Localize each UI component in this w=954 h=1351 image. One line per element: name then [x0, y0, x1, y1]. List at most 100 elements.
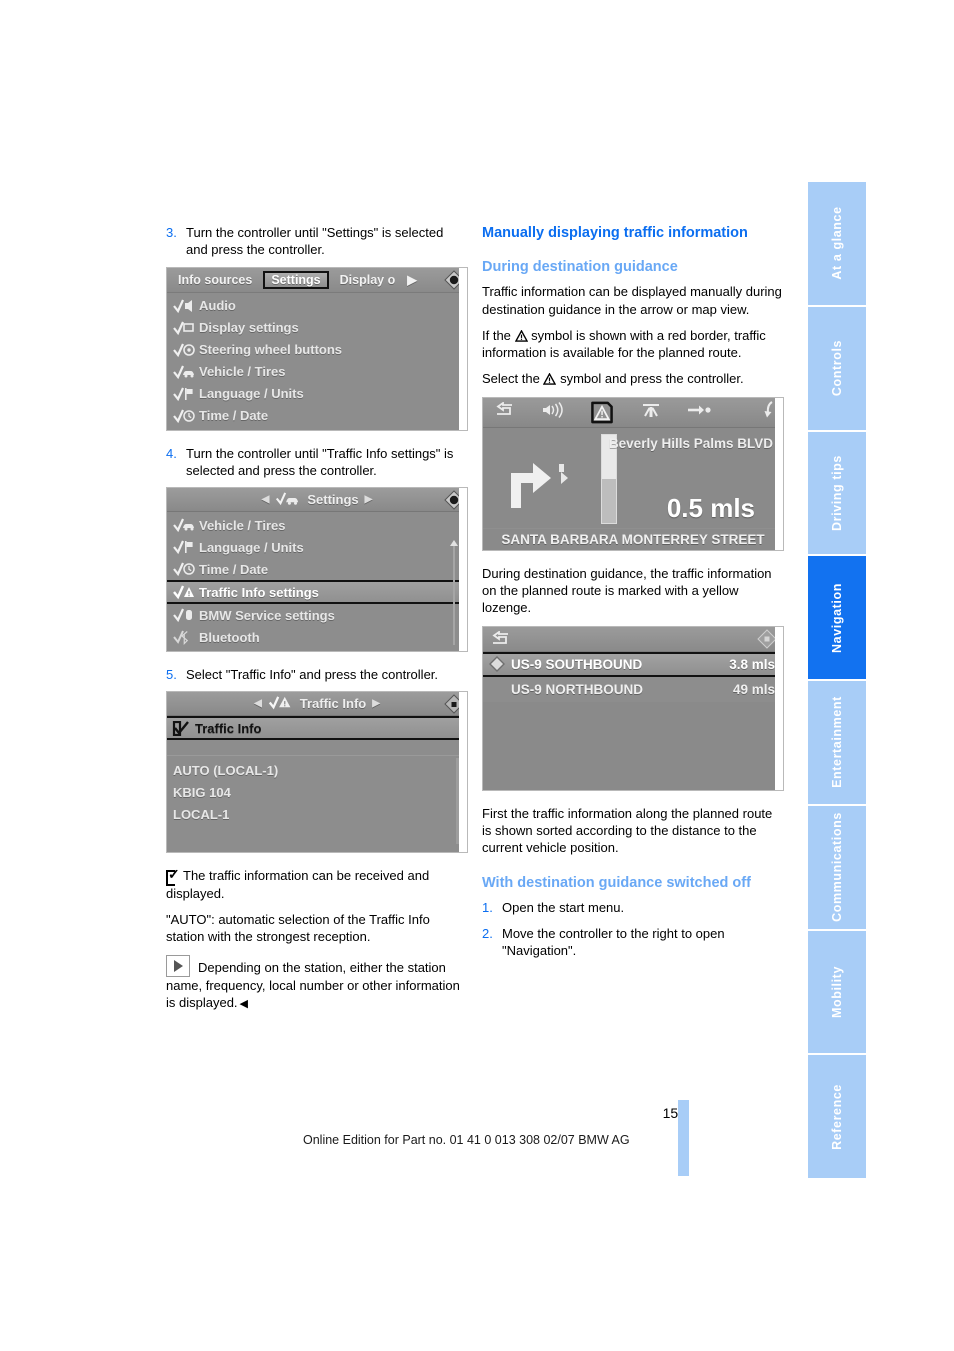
- prev-arrow-icon[interactable]: ◀: [254, 698, 262, 709]
- checkbox-checked-icon: [166, 867, 180, 887]
- paragraph-5: First the traffic information along the …: [482, 805, 773, 856]
- paragraph-3: Select the symbol and press the controll…: [482, 370, 784, 387]
- screenshot-settings-tabs: Info sources Settings Display o ▶ Audio …: [166, 266, 468, 431]
- tab-label: Entertainment: [830, 696, 844, 789]
- traffic-list-row[interactable]: US-9 NORTHBOUND 49 mls: [483, 677, 783, 702]
- traffic-warning-icon[interactable]: [589, 401, 615, 424]
- tab-label: Driving tips: [830, 454, 844, 531]
- paragraph-1: Traffic information can be displayed man…: [482, 284, 782, 317]
- lcd-settings-submenu: Vehicle / Tires Language / Units Time / …: [167, 512, 467, 652]
- step-4: 4. Turn the controller until "Traffic In…: [166, 445, 468, 480]
- lcd-item-label: Language / Units: [199, 386, 304, 402]
- nav-toolbar: [483, 397, 783, 428]
- lcd-item-traffic-info-checkbox[interactable]: Traffic Info: [167, 716, 467, 741]
- step-2: 2. Move the controller to the right to o…: [482, 925, 784, 960]
- tab-reference[interactable]: Reference: [808, 1055, 866, 1178]
- tab-label: Navigation: [830, 582, 844, 653]
- lcd-item-traffic-info-settings[interactable]: Traffic Info settings: [167, 580, 467, 605]
- tab-navigation[interactable]: Navigation: [808, 556, 866, 679]
- tab-driving-tips[interactable]: Driving tips: [808, 431, 866, 555]
- step-text: Move the controller to the right to open…: [502, 925, 725, 959]
- volume-icon[interactable]: [541, 401, 563, 423]
- step-number: 1.: [482, 900, 493, 916]
- note-checkbox-meaning: The traffic information can be received …: [166, 867, 468, 902]
- tab-communications[interactable]: Communications: [808, 805, 866, 929]
- lcd-item-vehicle-tires[interactable]: Vehicle / Tires: [167, 361, 467, 383]
- lcd-item-language-units[interactable]: Language / Units: [167, 383, 467, 405]
- lcd-item-audio[interactable]: Audio: [167, 295, 467, 317]
- nav-arrow-view: Beverly Hills Palms BLVD 0.5 mls: [483, 427, 783, 528]
- figure-caption-side: BMW0220MS: [459, 267, 467, 430]
- lcd-station-item[interactable]: AUTO (LOCAL-1): [167, 759, 467, 781]
- paragraph-2: If the symbol is shown with a red border…: [482, 327, 784, 362]
- lcd-station-item[interactable]: KBIG 104: [167, 781, 467, 803]
- lcd-item-label: Language / Units: [199, 539, 304, 555]
- lcd-item-label: Traffic Info: [195, 720, 262, 736]
- lcd-item-bluetooth[interactable]: Bluetooth: [167, 626, 467, 648]
- lcd-scrollbar[interactable]: [449, 540, 459, 646]
- back-icon[interactable]: [491, 629, 511, 652]
- back-icon[interactable]: [495, 400, 515, 423]
- lcd-item-steering-wheel-buttons[interactable]: Steering wheel buttons: [167, 339, 467, 361]
- figure-caption-side: BMW0223MS: [775, 397, 783, 550]
- traffic-warning-icon: [514, 329, 528, 342]
- lcd-title-label: Settings: [307, 492, 359, 508]
- lcd-tab-info-sources[interactable]: Info sources: [171, 272, 259, 288]
- lcd-item-label: Audio: [199, 298, 236, 314]
- paragraph-3-before: Select the: [482, 371, 540, 387]
- lcd-station-label: AUTO (LOCAL-1): [173, 762, 279, 778]
- lcd-tab-display-off[interactable]: Display o: [333, 272, 403, 288]
- current-street-name: SANTA BARBARA MONTERREY STREET: [483, 527, 783, 550]
- lcd-tab-strip: Info sources Settings Display o ▶: [167, 267, 467, 293]
- check-car-icon: [275, 491, 301, 509]
- manual-page: At a glance Controls Driving tips Naviga…: [0, 0, 954, 1351]
- junction-icon[interactable]: [641, 402, 661, 423]
- lcd-item-display-settings[interactable]: Display settings: [167, 317, 467, 339]
- lcd-item-language-units[interactable]: Language / Units: [167, 536, 467, 558]
- end-marker-icon: ◀: [239, 997, 249, 1010]
- chapter-tab-rail: At a glance Controls Driving tips Naviga…: [808, 182, 866, 1178]
- checkbox-checked-icon: [172, 720, 190, 736]
- lcd-item-label: Steering wheel buttons: [199, 342, 343, 358]
- lcd-title-label: Traffic Info: [299, 696, 367, 712]
- note-auto-station: "AUTO": automatic selection of the Traff…: [166, 911, 430, 945]
- next-arrow-icon[interactable]: ▶: [365, 494, 373, 505]
- screenshot-settings-menu: ◀ Settings ▶ Vehicle / Tires Language / …: [166, 487, 468, 653]
- next-arrow-icon[interactable]: ▶: [372, 698, 380, 709]
- lcd-item-time-date[interactable]: Time / Date: [167, 405, 467, 427]
- lcd-item-label: BMW Service settings: [199, 607, 335, 623]
- lcd-station-item[interactable]: LOCAL-1: [167, 803, 467, 825]
- next-street-name: Beverly Hills Palms BLVD: [608, 435, 773, 451]
- tab-at-a-glance[interactable]: At a glance: [808, 182, 866, 305]
- lcd-item-time-date[interactable]: Time / Date: [167, 558, 467, 580]
- footer-text: Online Edition for Part no. 01 41 0 013 …: [303, 1133, 630, 1147]
- check-flag-icon: [173, 386, 199, 402]
- check-steering-wheel-icon: [173, 342, 199, 358]
- lcd-item-bmw-service-settings[interactable]: BMW Service settings: [167, 604, 467, 626]
- section-heading: Manually displaying traffic information: [482, 225, 748, 241]
- tab-entertainment[interactable]: Entertainment: [808, 681, 866, 804]
- lcd-tab-settings[interactable]: Settings: [263, 270, 329, 289]
- controller-knob-icon: [757, 628, 777, 654]
- check-car-icon: [173, 517, 199, 533]
- lcd-next-arrow-icon[interactable]: ▶: [400, 271, 424, 288]
- tab-label: Controls: [830, 340, 844, 397]
- note-text: Depending on the station, either the sta…: [166, 959, 460, 1010]
- tab-mobility[interactable]: Mobility: [808, 930, 866, 1054]
- step-text: Turn the controller until "Settings" is …: [186, 225, 444, 258]
- traffic-list-toolbar: [483, 626, 783, 654]
- figure-caption-side: BMW0221MS: [459, 488, 467, 652]
- check-display-icon: [173, 320, 199, 336]
- screenshot-traffic-list: US-9 SOUTHBOUND 3.8 mls US-9 NORTHBOUND …: [482, 625, 784, 791]
- step-3: 3. Turn the controller until "Settings" …: [166, 224, 468, 259]
- lcd-item-label: Time / Date: [199, 408, 269, 424]
- traffic-list-row[interactable]: US-9 SOUTHBOUND 3.8 mls: [483, 651, 783, 677]
- remaining-distance: 0.5 mls: [666, 492, 755, 523]
- lcd-station-label: LOCAL-1: [173, 806, 230, 822]
- tab-label: Mobility: [830, 965, 844, 1018]
- prev-arrow-icon[interactable]: ◀: [262, 494, 270, 505]
- tab-controls[interactable]: Controls: [808, 306, 866, 430]
- destination-icon[interactable]: [687, 403, 711, 422]
- check-speaker-icon: [173, 298, 199, 314]
- lcd-item-vehicle-tires[interactable]: Vehicle / Tires: [167, 514, 467, 536]
